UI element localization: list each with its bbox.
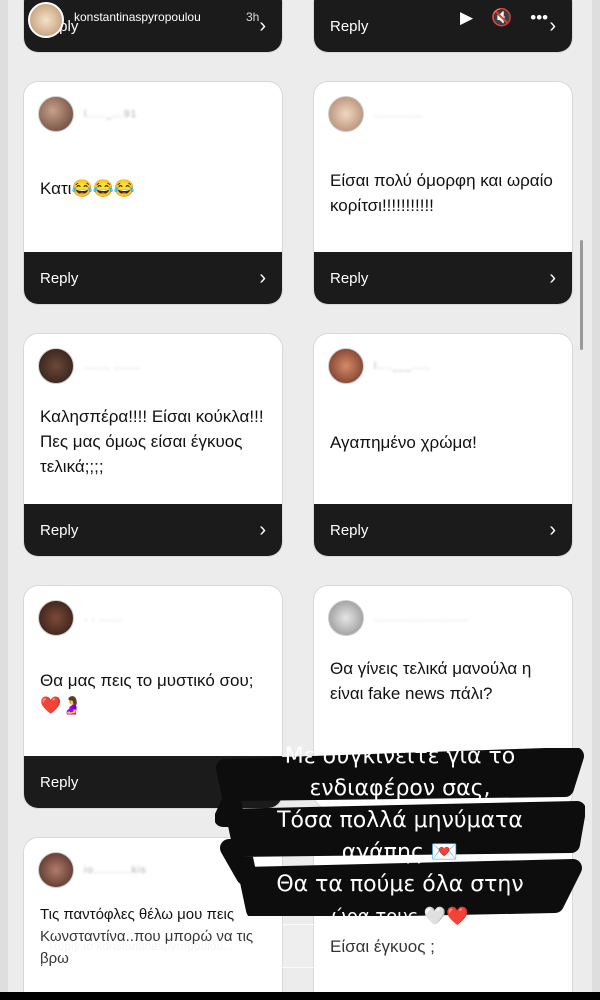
story-screen: Reply › Reply › konstantinaspyropoulou 3… [0, 0, 600, 1000]
message-text: Είσαι πολύ όμορφη και ωραίο κορίτσι!!!!!… [330, 171, 553, 215]
message-card: l....___..... Αγαπημένο χρώμα! Reply › [314, 334, 572, 556]
story-username[interactable]: konstantinaspyropoulou [74, 10, 201, 24]
reply-input-placeholder: Reply to konstantinaspyropoulou... [49, 939, 234, 953]
avatar [328, 96, 364, 132]
reply-label: Reply [330, 269, 369, 287]
reply-bar[interactable]: Reply › [314, 504, 572, 556]
message-card: ............. Είσαι πολύ όμορφη και ωραί… [314, 82, 572, 304]
chevron-right-icon: › [549, 15, 556, 37]
username-blurred: ....... ....... [84, 360, 141, 372]
reply-bar[interactable]: Reply › [24, 252, 282, 304]
story-controls: ▶ 🔇 ••• [460, 8, 548, 28]
chevron-right-icon: › [549, 519, 556, 541]
username-blurred: ......................... [374, 612, 469, 624]
message-card: ....... ....... Καλησπέρα!!!! Είσαι κούκ… [24, 334, 282, 556]
bottom-edge [0, 992, 600, 1000]
message-text: Θα γίνεις τελικά μανούλα η είναι fake ne… [330, 659, 532, 703]
reply-input[interactable]: Reply to konstantinaspyropoulou... [30, 924, 470, 968]
caption-line-5: Θα τα πούμε όλα στην [276, 872, 524, 897]
caption-line-3: Τόσα πολλά μηνύματα [277, 808, 523, 833]
mute-icon[interactable]: 🔇 [491, 8, 512, 28]
scrollbar[interactable] [580, 240, 583, 350]
message-text: Αγαπημένο χρώμα! [330, 433, 477, 452]
message-text: Θα μας πεις το μυστικό σου; ❤️🤰 [40, 671, 254, 715]
username-blurred: l....___..... [374, 360, 431, 372]
reply-label: Reply [40, 269, 79, 287]
heart-icon[interactable]: ♡ [492, 932, 514, 961]
caption-line-1: Με συγκινείτε για το [284, 744, 516, 769]
avatar [38, 96, 74, 132]
reply-label: Reply [330, 17, 369, 35]
chevron-right-icon: › [259, 519, 266, 541]
reply-label: Reply [330, 521, 369, 539]
avatar [38, 348, 74, 384]
avatar [328, 348, 364, 384]
avatar [328, 600, 364, 636]
username-blurred: io..........kis [84, 864, 147, 876]
message-text: Καλησπέρα!!!! Είσαι κούκλα!!!Πες μας όμω… [40, 407, 264, 476]
message-text: Κατι😂😂😂 [40, 179, 135, 198]
avatar [38, 600, 74, 636]
username-blurred: l....._...91 [84, 108, 138, 120]
story-time: 3h [246, 10, 260, 24]
chevron-right-icon: › [549, 267, 556, 289]
more-icon[interactable]: ••• [530, 8, 548, 28]
message-card: l....._...91 Κατι😂😂😂 Reply › [24, 82, 282, 304]
username-blurred: . . ...... [84, 612, 122, 624]
chevron-right-icon: › [259, 267, 266, 289]
reply-label: Reply [40, 773, 79, 791]
username-blurred: ............. [374, 108, 424, 120]
send-icon[interactable] [536, 930, 560, 959]
reply-bar[interactable]: Reply › [314, 252, 572, 304]
play-icon[interactable]: ▶ [460, 8, 473, 28]
caption-line-4: αγάπης 💌 [341, 840, 459, 865]
reply-bar[interactable]: Reply › [24, 504, 282, 556]
caption-line-2: ενδιαφέρον σας, [309, 776, 491, 801]
chevron-right-icon: › [259, 15, 266, 37]
avatar [38, 852, 74, 888]
reply-label: Reply [40, 521, 79, 539]
story-avatar[interactable] [28, 2, 64, 38]
story-reply-area: Reply to konstantinaspyropoulou... ♡ [0, 918, 600, 1000]
